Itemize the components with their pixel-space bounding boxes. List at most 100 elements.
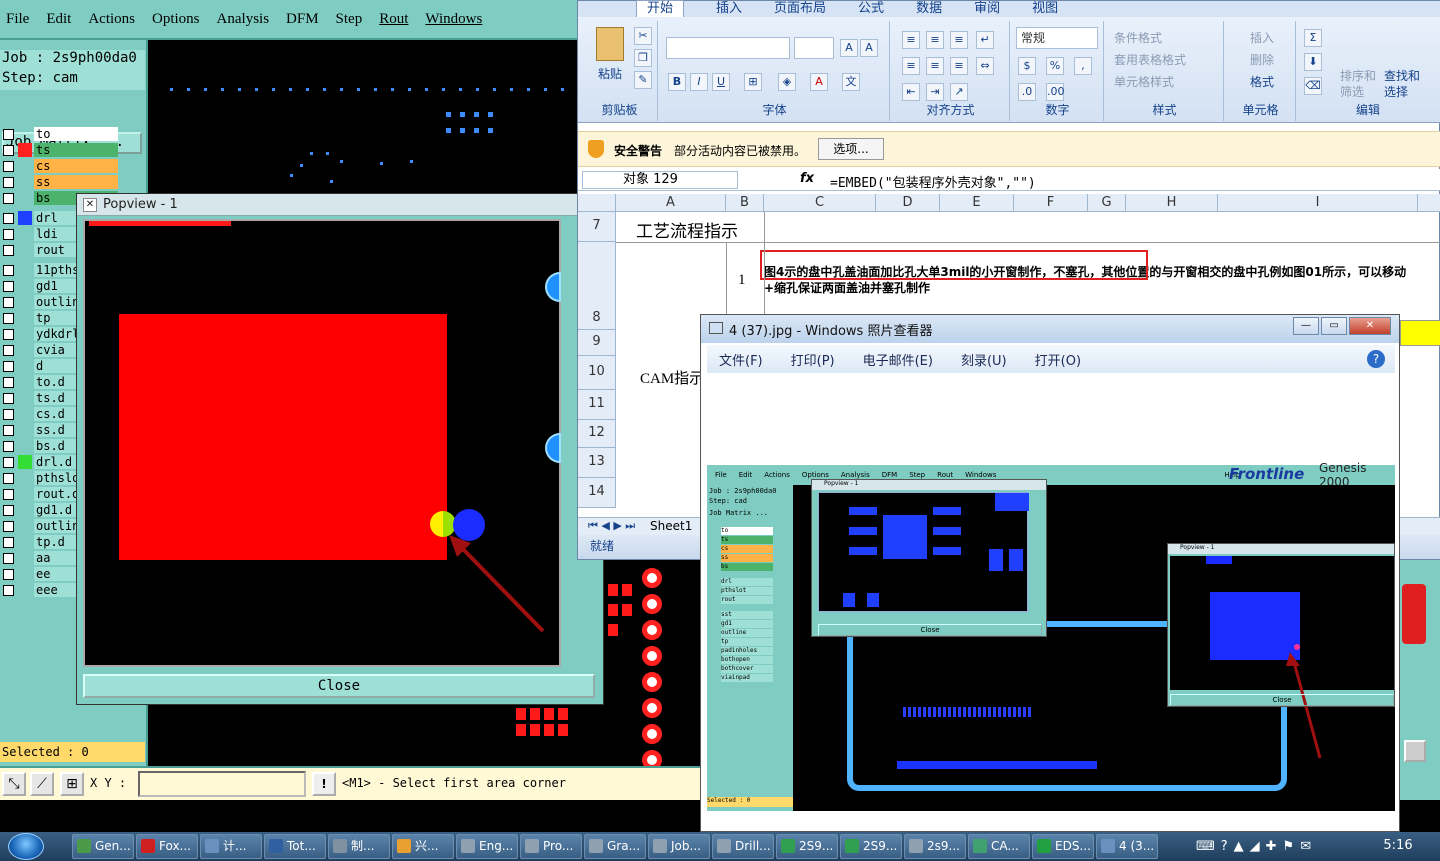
viewer-image[interactable]: File Edit Actions Options Analysis DFM Step Rou… — [707, 373, 1395, 811]
column-header-f[interactable]: F — [1014, 194, 1088, 212]
merge-icon[interactable]: ⇔ — [976, 57, 994, 75]
delete-cells-button[interactable]: 删除 — [1250, 51, 1274, 68]
taskbar-item[interactable]: Job... — [648, 834, 710, 859]
menu-file[interactable]: File — [6, 11, 29, 28]
column-header-i[interactable]: I — [1218, 194, 1418, 212]
taskbar-item[interactable]: Drill... — [712, 834, 774, 859]
popview-canvas[interactable] — [83, 219, 561, 667]
row-header-14[interactable]: 14 — [578, 478, 616, 508]
layer-checkbox[interactable] — [3, 312, 14, 324]
bold-icon[interactable]: B — [668, 73, 686, 91]
close-button[interactable]: ✕ — [1349, 317, 1391, 335]
layer-checkbox[interactable] — [3, 176, 14, 188]
phonetic-icon[interactable]: 文 — [842, 73, 860, 91]
taskbar-item[interactable]: 4 (3... — [1096, 834, 1158, 859]
layer-checkbox[interactable] — [3, 192, 14, 204]
cell-style-button[interactable]: 单元格样式 — [1114, 73, 1174, 90]
layer-checkbox[interactable] — [3, 280, 14, 292]
layer-checkbox[interactable] — [3, 328, 14, 340]
align-top-icon[interactable]: ≡ — [902, 31, 920, 49]
zoom-tool-button[interactable]: ⤡ — [2, 772, 26, 796]
align-left-icon[interactable]: ≡ — [902, 57, 920, 75]
layer-checkbox[interactable] — [3, 488, 14, 500]
row-header-12[interactable]: 12 — [578, 420, 616, 448]
ribbon-tab-0[interactable]: 开始 — [636, 0, 685, 17]
security-options-button[interactable]: 选项... — [818, 138, 884, 160]
layer-checkbox[interactable] — [3, 584, 14, 596]
orientation-icon[interactable]: ↗ — [950, 83, 968, 101]
layer-row[interactable]: ts — [0, 142, 118, 158]
sheet-nav-icon[interactable]: ⏮ ◀ ▶ ⏭ — [588, 519, 635, 533]
viewer-menu-item[interactable]: 打开(O) — [1035, 350, 1081, 369]
font-size-box[interactable] — [794, 37, 834, 59]
comma-icon[interactable]: , — [1074, 57, 1092, 75]
clear-icon[interactable]: ⌫ — [1304, 77, 1322, 95]
column-header-c[interactable]: C — [764, 194, 876, 212]
taskbar-item[interactable]: 2S9... — [840, 834, 902, 859]
wrap-text-icon[interactable]: ↵ — [976, 31, 994, 49]
layer-checkbox[interactable] — [3, 440, 14, 452]
layer-checkbox[interactable] — [3, 520, 14, 532]
taskbar-item[interactable]: Pro... — [520, 834, 582, 859]
sort-button[interactable]: 排序和 — [1340, 67, 1376, 84]
sum-icon[interactable]: Σ — [1304, 29, 1322, 47]
taskbar-item[interactable]: 兴... — [392, 834, 454, 859]
align-bottom-icon[interactable]: ≡ — [950, 31, 968, 49]
border-icon[interactable]: ⊞ — [744, 73, 762, 91]
layer-checkbox[interactable] — [3, 392, 14, 404]
table-format-button[interactable]: 套用表格格式 — [1114, 51, 1186, 68]
taskbar-item[interactable]: Gra... — [584, 834, 646, 859]
ribbon-tab-6[interactable]: 视图 — [1032, 1, 1058, 17]
name-box[interactable]: 对象 129 — [582, 171, 738, 189]
layer-checkbox[interactable] — [3, 244, 14, 256]
layer-row[interactable]: cs — [0, 158, 118, 174]
column-header-e[interactable]: E — [940, 194, 1014, 212]
taskbar-item[interactable]: 2s9... — [904, 834, 966, 859]
menu-step[interactable]: Step — [336, 11, 363, 28]
italic-icon[interactable]: I — [690, 73, 708, 91]
layer-checkbox[interactable] — [3, 408, 14, 420]
find-button[interactable]: 查找和 — [1384, 67, 1420, 84]
dec-decimal-icon[interactable]: .00 — [1046, 83, 1065, 101]
menu-rout[interactable]: Rout — [379, 11, 408, 28]
warning-button[interactable]: ! — [312, 772, 336, 796]
layer-checkbox[interactable] — [3, 228, 14, 240]
select-all-corner[interactable] — [578, 194, 616, 212]
ribbon-tab-2[interactable]: 页面布局 — [774, 1, 826, 17]
row-header-9[interactable]: 9 — [578, 330, 616, 356]
tool-button[interactable] — [1404, 740, 1426, 762]
viewer-menu-item[interactable]: 刻录(U) — [961, 350, 1007, 369]
currency-icon[interactable]: $ — [1018, 57, 1036, 75]
viewer-menu-item[interactable]: 打印(P) — [791, 350, 835, 369]
filter-button[interactable]: 筛选 — [1340, 83, 1364, 100]
measure-tool-button[interactable]: ⟋ — [30, 772, 54, 796]
taskbar-item[interactable]: 2S9... — [776, 834, 838, 859]
layer-checkbox[interactable] — [3, 456, 14, 468]
font-name-box[interactable] — [666, 37, 790, 59]
taskbar-item[interactable]: Fox... — [136, 834, 198, 859]
select-button[interactable]: 选择 — [1384, 83, 1408, 100]
maximize-button[interactable]: ▭ — [1321, 317, 1347, 335]
fill-icon[interactable]: ⬇ — [1304, 53, 1322, 71]
indent-dec-icon[interactable]: ⇤ — [902, 83, 920, 101]
formula-input[interactable]: =EMBED("包装程序外壳对象","") — [830, 172, 1036, 191]
ribbon-tab-3[interactable]: 公式 — [858, 1, 884, 17]
menu-options[interactable]: Options — [152, 11, 200, 28]
layer-checkbox[interactable] — [3, 212, 14, 224]
fx-icon[interactable]: fx — [800, 171, 814, 186]
layer-row[interactable]: to — [0, 126, 118, 142]
layer-checkbox[interactable] — [3, 568, 14, 580]
viewer-menu-item[interactable]: 电子邮件(E) — [863, 350, 933, 369]
close-x-icon[interactable]: ✕ — [83, 197, 97, 212]
indent-inc-icon[interactable]: ⇥ — [926, 83, 944, 101]
menu-analysis[interactable]: Analysis — [217, 11, 270, 28]
align-right-icon[interactable]: ≡ — [950, 57, 968, 75]
layer-row[interactable]: ss — [0, 174, 118, 190]
popview-close-button[interactable]: Close — [83, 674, 595, 698]
layer-checkbox[interactable] — [3, 264, 14, 276]
minimize-button[interactable]: — — [1293, 317, 1319, 335]
inc-decimal-icon[interactable]: .0 — [1018, 83, 1036, 101]
format-painter-icon[interactable]: ✎ — [634, 71, 652, 89]
font-color-icon[interactable]: A — [810, 73, 828, 91]
layer-checkbox[interactable] — [3, 424, 14, 436]
